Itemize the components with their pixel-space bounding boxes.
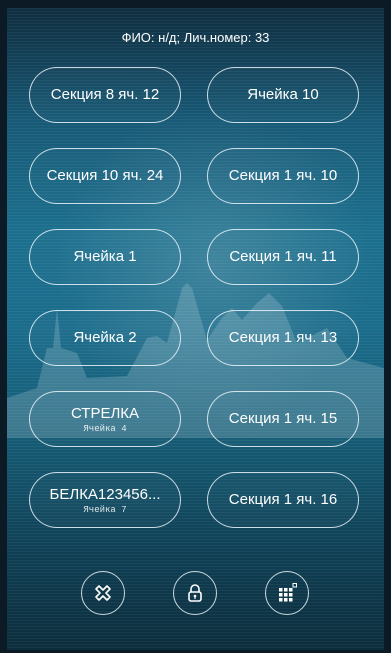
user-info-header: ФИО: н/д; Лич.номер: 33 xyxy=(121,30,270,45)
cell-button[interactable]: Ячейка 1 xyxy=(29,229,181,285)
keypad-button[interactable] xyxy=(265,571,309,615)
lock-icon xyxy=(188,584,202,602)
cell-label: БЕЛКА123456... xyxy=(49,485,161,503)
cell-button[interactable]: Секция 1 яч. 15 xyxy=(207,391,359,447)
cell-label: Ячейка 1 xyxy=(73,248,137,265)
cell-label: Секция 1 яч. 13 xyxy=(228,329,338,346)
cell-button[interactable]: Секция 1 яч. 13 xyxy=(207,310,359,366)
cell-label: Ячейка 10 xyxy=(247,86,319,103)
cell-label: Секция 8 яч. 12 xyxy=(50,86,160,103)
cell-sublabel: Ячейка 7 xyxy=(83,504,127,515)
cell-label: Секция 1 яч. 11 xyxy=(229,248,337,265)
cell-sublabel: Ячейка 4 xyxy=(83,423,127,434)
lock-button[interactable] xyxy=(173,571,217,615)
cell-button[interactable]: Секция 8 яч. 12 xyxy=(29,67,181,123)
cell-button[interactable]: Секция 1 яч. 10 xyxy=(207,148,359,204)
cell-button[interactable]: Секция 10 яч. 24 xyxy=(29,148,181,204)
close-icon xyxy=(95,585,111,601)
cell-button[interactable]: Секция 1 яч. 16 xyxy=(207,472,359,528)
keypad-icon xyxy=(279,583,297,602)
cell-label: Секция 1 яч. 15 xyxy=(228,410,338,427)
cell-button[interactable]: Ячейка 10 xyxy=(207,67,359,123)
cell-label: Секция 1 яч. 16 xyxy=(228,491,338,508)
close-button[interactable] xyxy=(81,571,125,615)
cell-label: Ячейка 2 xyxy=(73,329,137,346)
cell-label: Секция 10 яч. 24 xyxy=(46,167,164,184)
app-screen: ФИО: н/д; Лич.номер: 33 Секция 8 яч. 12 … xyxy=(7,8,384,650)
cell-button[interactable]: Секция 1 яч. 11 xyxy=(207,229,359,285)
cell-label: Секция 1 яч. 10 xyxy=(228,167,338,184)
cell-button[interactable]: СТРЕЛКА Ячейка 4 xyxy=(29,391,181,447)
cell-button[interactable]: Ячейка 2 xyxy=(29,310,181,366)
cell-button[interactable]: БЕЛКА123456... Ячейка 7 xyxy=(29,472,181,528)
cell-label: СТРЕЛКА xyxy=(70,404,140,422)
